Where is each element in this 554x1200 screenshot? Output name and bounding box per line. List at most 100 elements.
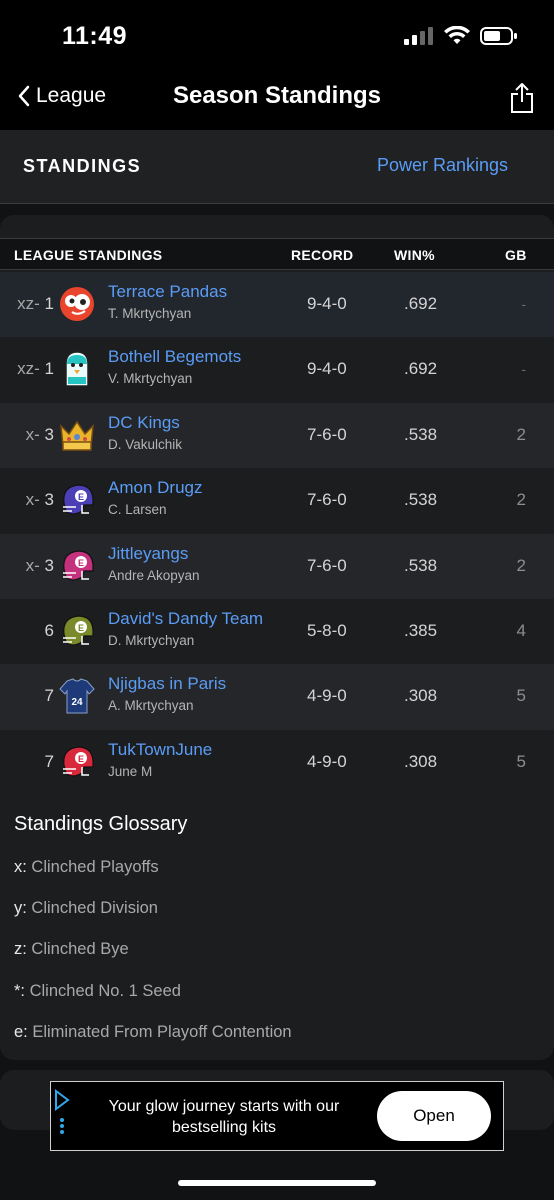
svg-text:E: E bbox=[78, 492, 84, 502]
page-title: Season Standings bbox=[172, 82, 382, 109]
ad-banner[interactable]: Your glow journey starts with our bestse… bbox=[50, 1081, 504, 1151]
owner-name: D. Vakulchik bbox=[108, 436, 183, 452]
games-back-value: 5 bbox=[516, 751, 526, 771]
svg-text:24: 24 bbox=[71, 697, 83, 708]
glossary-key: e: bbox=[14, 1022, 28, 1041]
team-name-link[interactable]: TukTownJune bbox=[108, 740, 212, 760]
owner-name: Andre Akopyan bbox=[108, 567, 200, 583]
games-back-value: 5 bbox=[516, 686, 526, 706]
helmet-logo-icon[interactable]: E bbox=[58, 547, 96, 585]
owner-name: V. Mkrtychyan bbox=[108, 371, 193, 387]
cellular-signal-icon bbox=[404, 27, 433, 45]
owner-name: A. Mkrtychyan bbox=[108, 698, 194, 714]
helmet-logo-icon[interactable]: E bbox=[58, 481, 96, 519]
win-pct-value: .308 bbox=[404, 686, 438, 706]
helmet-logo-icon[interactable]: E bbox=[58, 612, 96, 650]
win-pct-value: .308 bbox=[404, 751, 438, 771]
record-value: 9-4-0 bbox=[307, 359, 347, 379]
rank: x- 3 bbox=[26, 556, 54, 576]
helmet-logo-icon[interactable]: E bbox=[58, 743, 96, 781]
table-row[interactable]: 7 E TukTownJune June M 4-9-0 .308 5 bbox=[0, 729, 554, 796]
glossary-item: e: Eliminated From Playoff Contention bbox=[14, 1023, 292, 1042]
standings-card: LEAGUE STANDINGS RECORD WIN% GB xz- 1 Te… bbox=[0, 215, 554, 1060]
home-indicator[interactable] bbox=[178, 1180, 376, 1186]
clinch-flag: x- bbox=[25, 424, 40, 444]
games-back-value: 2 bbox=[516, 555, 526, 575]
games-back-value: 2 bbox=[516, 424, 526, 444]
rank-number: 3 bbox=[44, 424, 54, 444]
clinch-flag: x- bbox=[25, 555, 40, 575]
rank-number: 3 bbox=[44, 555, 54, 575]
glossary-text: Clinched No. 1 Seed bbox=[25, 981, 181, 1000]
clinch-flag: x- bbox=[25, 490, 40, 510]
team-name-link[interactable]: DC Kings bbox=[108, 413, 180, 433]
team-name-link[interactable]: David's Dandy Team bbox=[108, 609, 263, 629]
jersey-logo-icon[interactable]: 24 bbox=[58, 677, 96, 715]
table-row[interactable]: xz- 1 Terrace Pandas T. Mkrtychyan 9-4-0… bbox=[0, 272, 554, 338]
team-name-link[interactable]: Bothell Begemots bbox=[108, 347, 241, 367]
ad-open-button[interactable]: Open bbox=[377, 1091, 491, 1141]
games-back-value: 4 bbox=[516, 621, 526, 640]
rank-number: 7 bbox=[44, 751, 54, 771]
glossary-item: z: Clinched Bye bbox=[14, 940, 129, 959]
table-header: LEAGUE STANDINGS RECORD WIN% GB bbox=[0, 238, 554, 270]
status-bar: 11:49 bbox=[0, 0, 554, 72]
rank: 7 bbox=[45, 686, 54, 706]
table-row[interactable]: 6 E David's Dandy Team D. Mkrtychyan 5-8… bbox=[0, 599, 554, 665]
glossary-item: x: Clinched Playoffs bbox=[14, 858, 159, 877]
table-row[interactable]: x- 3 DC Kings D. Vakulchik 7-6-0 .538 2 bbox=[0, 402, 554, 469]
share-button[interactable] bbox=[510, 82, 534, 119]
games-back-value: 2 bbox=[516, 490, 526, 510]
tab-power-rankings[interactable]: Power Rankings bbox=[377, 155, 508, 176]
rank: 7 bbox=[45, 752, 54, 772]
ad-choices-icon[interactable] bbox=[53, 1088, 71, 1136]
rank: xz- 1 bbox=[17, 294, 54, 314]
glossary-item: *: Clinched No. 1 Seed bbox=[14, 982, 181, 1001]
svg-text:E: E bbox=[78, 754, 84, 764]
rank-number: 3 bbox=[44, 490, 54, 510]
panda-logo-icon[interactable] bbox=[58, 285, 96, 323]
header-gb: GB bbox=[505, 247, 527, 263]
team-name-link[interactable]: Njigbas in Paris bbox=[108, 674, 226, 694]
nav-bar: League Season Standings bbox=[0, 72, 554, 130]
glossary-item: y: Clinched Division bbox=[14, 899, 158, 918]
glossary-key: *: bbox=[14, 981, 26, 1000]
rank: xz- 1 bbox=[17, 359, 54, 379]
penguin-logo-icon[interactable] bbox=[58, 350, 96, 388]
share-icon bbox=[511, 83, 533, 113]
team-name-link[interactable]: Terrace Pandas bbox=[108, 282, 227, 302]
table-row[interactable]: 7 24 Njigbas in Paris A. Mkrtychyan 4-9-… bbox=[0, 664, 554, 730]
rank: x- 3 bbox=[26, 490, 54, 510]
team-name-link[interactable]: Amon Drugz bbox=[108, 478, 202, 498]
win-pct-value: .538 bbox=[404, 555, 438, 575]
win-pct-value: .385 bbox=[404, 621, 438, 640]
crown-logo-icon[interactable] bbox=[58, 416, 96, 454]
glossary-key: x: bbox=[14, 858, 27, 876]
glossary-text: Clinched Playoffs bbox=[26, 858, 159, 876]
header-league-standings: LEAGUE STANDINGS bbox=[14, 247, 163, 263]
owner-name: D. Mkrtychyan bbox=[108, 633, 195, 648]
team-name-link[interactable]: Jittleyangs bbox=[108, 544, 188, 564]
record-value: 7-6-0 bbox=[307, 424, 347, 444]
win-pct-value: .538 bbox=[404, 490, 438, 510]
record-value: 5-8-0 bbox=[307, 621, 347, 640]
games-back-value: - bbox=[521, 296, 526, 312]
win-pct-value: .538 bbox=[404, 424, 438, 444]
table-row[interactable]: x- 3 E Amon Drugz C. Larsen 7-6-0 .538 2 bbox=[0, 468, 554, 534]
rank-number: 1 bbox=[44, 294, 54, 313]
glossary-text: Clinched Division bbox=[26, 899, 158, 918]
clinch-flag: xz- bbox=[17, 294, 40, 313]
tab-standings[interactable]: STANDINGS bbox=[23, 156, 141, 177]
win-pct-value: .692 bbox=[404, 359, 438, 379]
record-value: 7-6-0 bbox=[307, 555, 347, 575]
tabs-bar: STANDINGS Power Rankings bbox=[0, 130, 554, 204]
glossary-text: Clinched Bye bbox=[26, 940, 129, 959]
record-value: 4-9-0 bbox=[307, 686, 347, 706]
table-row[interactable]: x- 3 E Jittleyangs Andre Akopyan 7-6-0 .… bbox=[0, 533, 554, 599]
table-row[interactable]: xz- 1 Bothell Begemots V. Mkrtychyan 9-4… bbox=[0, 337, 554, 403]
rank-number: 6 bbox=[44, 621, 54, 640]
ad-text: Your glow journey starts with our bestse… bbox=[108, 1098, 340, 1136]
record-value: 7-6-0 bbox=[307, 490, 347, 510]
rank: 6 bbox=[45, 621, 54, 641]
glossary-key: y: bbox=[14, 899, 27, 918]
